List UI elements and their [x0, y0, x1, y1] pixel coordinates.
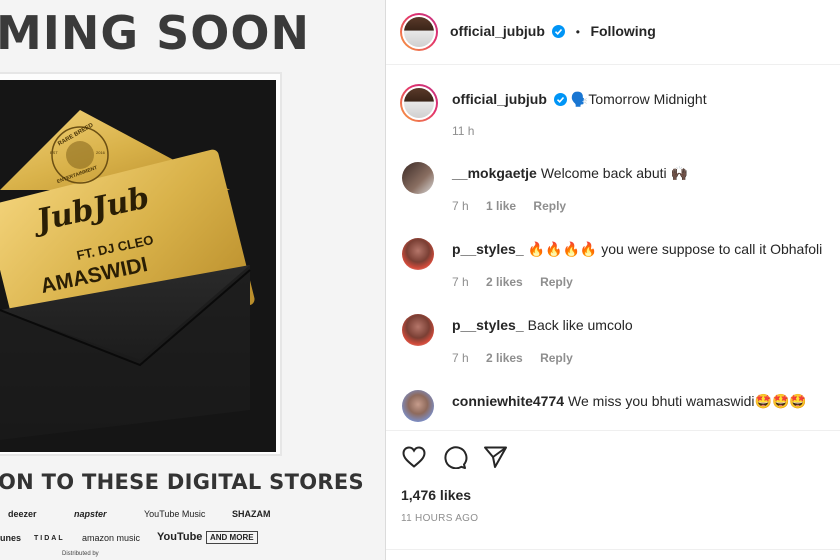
header-text: official_jubjub • Following — [450, 23, 656, 43]
caption-username[interactable]: official_jubjub — [452, 91, 547, 107]
comment-likes[interactable]: 1 like — [486, 199, 516, 213]
napster-logo: napster — [74, 509, 107, 519]
commenter-avatar[interactable] — [402, 314, 434, 346]
author-avatar[interactable] — [400, 13, 438, 51]
commenter-avatar[interactable] — [402, 390, 434, 422]
comment-time: 7 h — [452, 199, 469, 213]
caption-body: 🗣️Tomorrow Midnight — [570, 91, 707, 107]
post-time: 11 HOURS AGO — [401, 513, 479, 524]
verified-badge-icon — [552, 25, 566, 43]
caption-avatar[interactable] — [400, 84, 438, 122]
caption-text: official_jubjub 🗣️Tomorrow Midnight — [452, 91, 707, 109]
comment-body: Welcome back abuti 🙌🏿 — [540, 165, 688, 181]
caption-time: 11 h — [452, 124, 475, 138]
heart-icon[interactable] — [401, 445, 427, 474]
comment-text: __mokgaetje Welcome back abuti 🙌🏿 — [452, 165, 688, 182]
album-artwork: RARE BREED ENTERTAINMENT EST 2016 JubJub… — [0, 80, 276, 452]
comment-username[interactable]: p__styles_ — [452, 241, 524, 257]
comment-username[interactable]: p__styles_ — [452, 317, 524, 333]
likes-count[interactable]: 1,476 likes — [401, 487, 471, 503]
post-actions: 1,476 likes 11 HOURS AGO — [386, 430, 840, 560]
coming-soon-heading: MING SOON — [0, 6, 310, 60]
comment-meta: 7 h 2 likes Reply — [452, 351, 587, 365]
stores-heading: ON TO THESE DIGITAL STORES — [0, 470, 364, 494]
comment-likes[interactable]: 2 likes — [486, 351, 523, 365]
comment-time: 7 h — [452, 351, 469, 365]
badge-est: EST — [50, 150, 58, 155]
comment-text: p__styles_ Back like umcolo — [452, 317, 633, 333]
comment-username[interactable]: __mokgaetje — [452, 165, 537, 181]
amazon-music-logo: amazon music — [82, 533, 141, 543]
add-comment-area[interactable] — [386, 549, 840, 560]
following-button[interactable]: Following — [590, 23, 655, 39]
comment-text: p__styles_ 🔥🔥🔥🔥 you were suppose to call … — [452, 241, 822, 258]
comment-item: conniewhite4774 We miss you bhuti wamaswi… — [386, 388, 840, 428]
reply-button[interactable]: Reply — [540, 351, 573, 365]
verified-badge-icon — [553, 93, 567, 109]
comment-text: conniewhite4774 We miss you bhuti wamaswi… — [452, 393, 807, 410]
caption-meta: 11 h — [452, 124, 488, 138]
comment-meta: 7 h 2 likes Reply — [452, 275, 587, 289]
separator-dot: • — [575, 25, 580, 39]
reply-button[interactable]: Reply — [540, 275, 573, 289]
and-more-label: AND MORE — [206, 531, 258, 544]
comment-item: p__styles_ 🔥🔥🔥🔥 you were suppose to call … — [386, 236, 840, 296]
comment-icon[interactable] — [442, 445, 468, 474]
youtube-music-logo: YouTube Music — [144, 509, 206, 519]
reply-button[interactable]: Reply — [533, 199, 566, 213]
comment-item: p__styles_ Back like umcolo 7 h 2 likes R… — [386, 312, 840, 372]
comment-likes[interactable]: 2 likes — [486, 275, 523, 289]
comment-body: 🔥🔥🔥🔥 you were suppose to call it Obhafol… — [527, 241, 823, 257]
tidal-logo: TIDAL — [34, 535, 65, 542]
share-icon[interactable] — [483, 445, 509, 474]
youtube-logo: YouTube — [157, 531, 203, 543]
itunes-logo: unes — [0, 533, 22, 543]
comment-username[interactable]: conniewhite4774 — [452, 393, 564, 409]
comment-meta: 7 h 1 like Reply — [452, 199, 580, 213]
distributed-by: Distributed by — [62, 551, 99, 557]
comment-time: 7 h — [452, 275, 469, 289]
author-username[interactable]: official_jubjub — [450, 23, 545, 39]
post-image[interactable]: MING SOON RARE BREED ENTERTAINMENT EST 2… — [0, 0, 385, 560]
badge-year: 2016 — [96, 150, 105, 155]
post-header: official_jubjub • Following — [386, 0, 840, 65]
commenter-avatar[interactable] — [402, 238, 434, 270]
artwork-frame: RARE BREED ENTERTAINMENT EST 2016 JubJub… — [0, 72, 282, 456]
comment-body: We miss you bhuti wamaswidi🤩🤩🤩 — [568, 393, 807, 409]
comment-body: Back like umcolo — [527, 317, 633, 333]
shazam-logo: SHAZAM — [232, 509, 271, 519]
commenter-avatar[interactable] — [402, 162, 434, 194]
post-details-panel: official_jubjub • Following official_jub… — [385, 0, 840, 560]
deezer-logo: deezer — [8, 509, 37, 519]
comment-item: __mokgaetje Welcome back abuti 🙌🏿 7 h 1 l… — [386, 160, 840, 220]
caption: official_jubjub 🗣️Tomorrow Midnight 11 h — [386, 82, 840, 142]
